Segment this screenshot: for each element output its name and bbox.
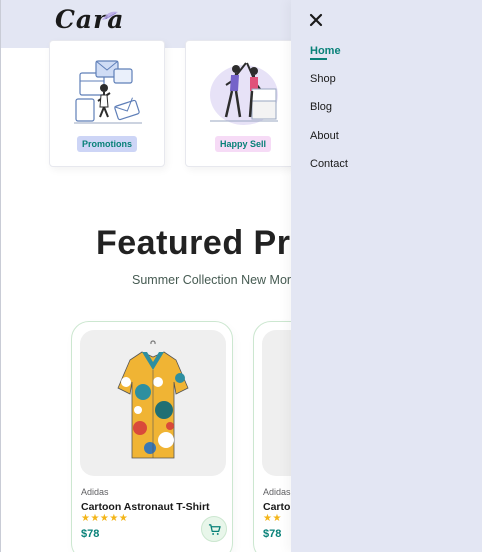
feature-happy-sell: Happy Sell [185, 40, 301, 167]
product-image[interactable] [80, 330, 226, 476]
close-icon[interactable] [308, 12, 324, 28]
promotions-illustration-icon [74, 60, 142, 124]
product-brand: Adidas [263, 487, 291, 497]
nav-item-blog[interactable]: Blog [310, 101, 332, 113]
product-name: Carto [263, 501, 291, 513]
add-to-cart-button[interactable] [201, 516, 227, 542]
product-card[interactable]: Adidas Cartoon Astronaut T-Shirt ★★★★★ $… [71, 321, 233, 552]
shirt-image-icon [117, 340, 189, 459]
product-rating-stars: ★★★★★ [81, 513, 129, 524]
feature-promotions: Promotions [49, 40, 165, 167]
mobile-nav-drawer: Home Shop Blog About Contact [291, 0, 482, 552]
product-brand: Adidas [81, 487, 109, 497]
product-price: $78 [81, 528, 100, 540]
product-name: Cartoon Astronaut T-Shirt [81, 501, 210, 513]
nav-item-contact[interactable]: Contact [310, 158, 348, 170]
product-price: $78 [263, 528, 282, 540]
happy-sell-illustration-icon [210, 62, 278, 125]
product-rating-stars: ★★ [263, 513, 282, 524]
section-subtitle: Summer Collection New Mor [132, 273, 292, 287]
nav-item-about[interactable]: About [310, 130, 339, 142]
feature-label-happy-sell: Happy Sell [214, 136, 272, 152]
page: Cara Promotions Happy Sell Featured Pro … [0, 0, 482, 552]
feature-label-promotions: Promotions [76, 136, 138, 152]
nav-item-shop[interactable]: Shop [310, 73, 336, 85]
active-nav-underline [310, 58, 327, 60]
logo-leaf-icon [102, 11, 118, 20]
cart-icon [208, 523, 221, 535]
nav-item-home[interactable]: Home [310, 45, 341, 57]
section-title: Featured Pro [96, 224, 312, 262]
